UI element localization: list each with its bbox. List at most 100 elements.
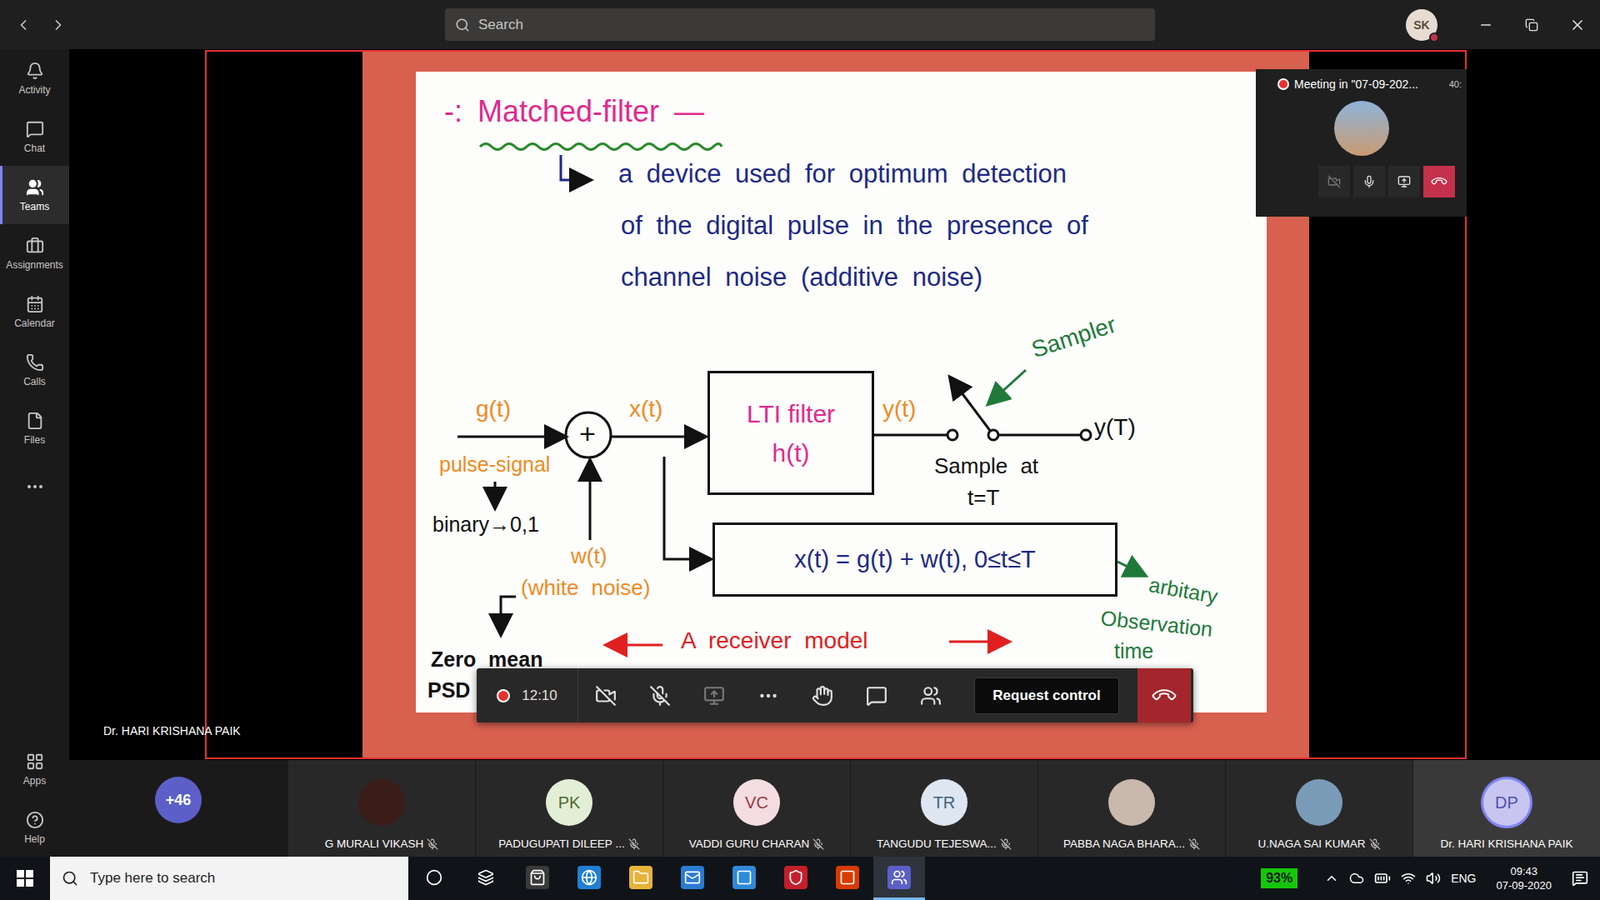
- mini-share-button[interactable]: [1388, 165, 1420, 198]
- mic-button[interactable]: [632, 668, 687, 723]
- participant-name-row: PADUGUPATI DILEEP ...: [498, 837, 640, 850]
- mini-mic-button[interactable]: [1353, 165, 1385, 198]
- rail-item[interactable]: Files: [0, 399, 70, 458]
- rail-item[interactable]: Calendar: [0, 282, 70, 341]
- taskbar-search[interactable]: Type here to search: [50, 856, 409, 900]
- taskbar-app[interactable]: [563, 856, 615, 900]
- presenter-label: Dr. HARI KRISHANA PAIK: [103, 724, 241, 738]
- participant-tile[interactable]: TRTANGUDU TEJESWA...: [850, 760, 1038, 857]
- taskbar-app[interactable]: [511, 856, 564, 900]
- mic-off-icon: [649, 685, 671, 707]
- mail-icon: [680, 865, 705, 890]
- participant-tile[interactable]: U.NAGA SAI KUMAR: [1225, 760, 1413, 857]
- rail-label: Teams: [20, 200, 50, 213]
- rail-item[interactable]: Assignments: [0, 224, 70, 283]
- chevron-right-icon: [50, 16, 67, 34]
- notifications-icon[interactable]: [1571, 870, 1589, 887]
- back-button[interactable]: [11, 13, 35, 37]
- participant-tile[interactable]: PKPADUGUPATI DILEEP ...: [475, 760, 663, 857]
- participant-tile[interactable]: G MURALI VIKASH: [288, 760, 475, 857]
- input-values: binary→0,1: [432, 511, 540, 537]
- participant-tile[interactable]: PABBA NAGA BHARA...: [1038, 760, 1225, 857]
- participant-tile[interactable]: VCVADDI GURU CHARAN: [663, 760, 850, 857]
- mini-avatar: [1334, 100, 1390, 156]
- taskbar-app[interactable]: [460, 856, 512, 900]
- teams-icon: [25, 178, 45, 197]
- camera-off-icon: [595, 685, 617, 707]
- mic-icon: [1362, 175, 1376, 189]
- clock-time: 09:43: [1510, 865, 1538, 878]
- rail-label: Chat: [24, 142, 45, 155]
- wifi-icon[interactable]: [1400, 870, 1416, 886]
- mini-camera-button[interactable]: [1318, 165, 1350, 198]
- taskbar-app[interactable]: [615, 856, 667, 900]
- rail-item[interactable]: Chat: [0, 107, 70, 166]
- nav-arrows: [0, 13, 445, 37]
- more-button[interactable]: [740, 668, 795, 723]
- windows-logo-icon: [16, 870, 34, 887]
- sampler-label: Sampler: [1028, 310, 1120, 365]
- taskbar-app[interactable]: [666, 856, 719, 900]
- overflow-badge[interactable]: +46: [155, 776, 202, 824]
- minimize-button[interactable]: [1462, 0, 1509, 50]
- participant-name: TANGUDU TEJESWA...: [876, 837, 997, 850]
- definition-line: of the digital pulse in the presence of: [620, 210, 1089, 241]
- chat-button[interactable]: [849, 668, 904, 723]
- input-label: g(t): [475, 395, 511, 424]
- search-box[interactable]: Search: [445, 8, 1155, 41]
- taskbar-app[interactable]: [770, 856, 822, 900]
- briefcase-icon: [25, 236, 45, 255]
- filter-title: LTI filter: [746, 400, 835, 428]
- more-apps-button[interactable]: [0, 457, 70, 516]
- rail-item[interactable]: Apps: [0, 740, 70, 799]
- rail-item[interactable]: Teams: [0, 165, 70, 225]
- lti-filter-box: LTI filterh(t): [707, 370, 875, 495]
- language-indicator[interactable]: ENG: [1450, 871, 1476, 885]
- taskbar-app[interactable]: [873, 856, 925, 900]
- task-view-glyph-icon: [477, 869, 495, 886]
- system-tray: 93%ENG09:4307-09-2020: [1260, 856, 1600, 900]
- sum-label: +: [579, 416, 596, 451]
- mic-off-icon: [628, 838, 640, 850]
- hangup-icon: [1150, 681, 1179, 710]
- rail-item[interactable]: Help: [0, 798, 70, 857]
- camera-button[interactable]: [578, 668, 633, 723]
- close-icon: [1569, 16, 1586, 34]
- participant-name: G MURALI VIKASH: [325, 837, 425, 850]
- taskbar-app[interactable]: [821, 856, 874, 900]
- taskbar-app[interactable]: [408, 856, 460, 900]
- raise-hand-button[interactable]: [795, 668, 850, 723]
- sample-time-label: t=T: [967, 485, 1000, 511]
- rail-item[interactable]: Calls: [0, 340, 70, 400]
- battery-icon[interactable]: [1374, 870, 1391, 887]
- user-avatar[interactable]: SK: [1405, 9, 1438, 41]
- restore-button[interactable]: [1508, 0, 1555, 50]
- participant-avatar: VC: [733, 779, 780, 826]
- cloud-icon[interactable]: [1349, 870, 1365, 886]
- rail-label: Calls: [23, 375, 46, 388]
- store-icon: [525, 865, 550, 890]
- search-icon: [61, 870, 79, 887]
- hangup-button[interactable]: [1137, 668, 1191, 723]
- lms-glyph-icon: [735, 869, 753, 886]
- chevron-up-icon[interactable]: [1324, 870, 1340, 886]
- clock-date: 07-09-2020: [1496, 879, 1553, 892]
- forward-button[interactable]: [46, 13, 70, 37]
- mic-off-icon: [1000, 838, 1012, 850]
- clock[interactable]: 09:4307-09-2020: [1486, 865, 1563, 892]
- volume-icon[interactable]: [1425, 870, 1441, 886]
- meeting-controls: 12:10Request control: [476, 668, 1194, 723]
- participants-button[interactable]: [903, 668, 958, 723]
- mic-off-icon: [1188, 838, 1200, 850]
- share-button[interactable]: [686, 668, 741, 723]
- mini-hangup-button[interactable]: [1423, 165, 1455, 198]
- minimize-icon: [1478, 17, 1494, 33]
- close-button[interactable]: [1554, 0, 1600, 50]
- taskbar-app[interactable]: [718, 856, 770, 900]
- participant-tile[interactable]: DPDr. HARI KRISHANA PAIK: [1413, 760, 1600, 857]
- noise-label: w(t): [570, 543, 607, 570]
- request-control-button[interactable]: Request control: [974, 677, 1120, 715]
- mini-title: Meeting in "07-09-202...: [1294, 77, 1419, 91]
- start-button[interactable]: [0, 856, 50, 900]
- rail-item[interactable]: Activity: [0, 49, 70, 108]
